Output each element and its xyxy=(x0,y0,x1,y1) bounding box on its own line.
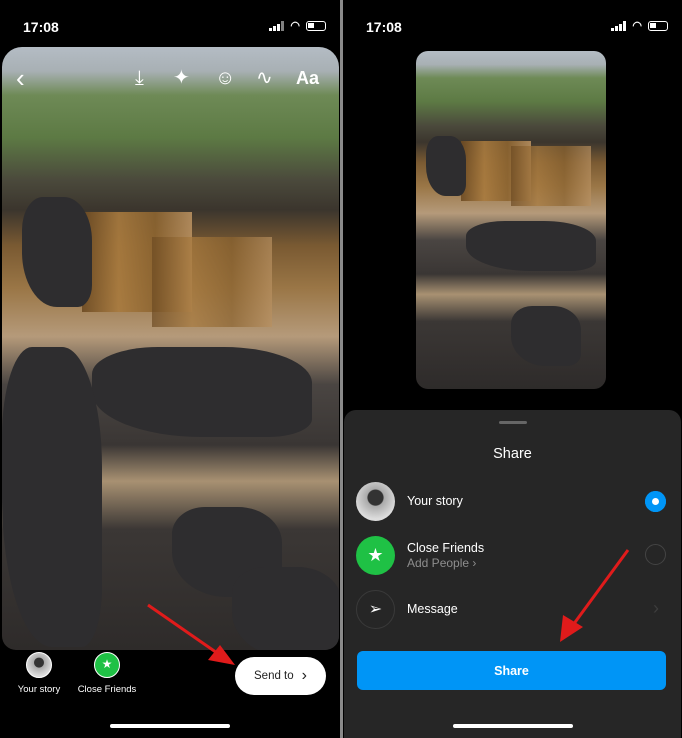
wifi-icon: ◠ xyxy=(632,20,642,32)
story-photo xyxy=(2,47,339,650)
chevron-right-icon: › xyxy=(301,667,307,684)
sheet-title: Share xyxy=(493,446,532,462)
signal-icon xyxy=(611,20,627,31)
home-indicator xyxy=(110,724,230,728)
avatar xyxy=(356,482,395,521)
radio-unselected[interactable] xyxy=(645,544,666,565)
send-to-button[interactable]: Send to › xyxy=(235,657,326,695)
option-label: Message xyxy=(407,602,458,616)
status-bar: 17:08 ◠ xyxy=(0,17,340,37)
editor-toolbar: ‹ ⤓ ✦ ☺ ∿ Aa xyxy=(0,64,340,92)
option-your-story[interactable]: Your story xyxy=(344,480,681,522)
download-icon[interactable]: ⤓ xyxy=(135,64,144,92)
story-preview xyxy=(416,51,606,389)
wifi-icon: ◠ xyxy=(290,20,300,32)
option-close-friends[interactable]: ★ Close Friends Add People › xyxy=(344,534,681,576)
avatar xyxy=(26,652,52,678)
effects-sparkle-icon[interactable]: ✦ xyxy=(173,64,190,92)
add-people-link[interactable]: Add People › xyxy=(407,556,476,570)
share-sheet: Share Your story ★ Close Friends Add Peo… xyxy=(344,410,681,738)
back-button[interactable]: ‹ xyxy=(16,64,25,92)
status-time: 17:08 xyxy=(23,19,59,35)
status-time: 17:08 xyxy=(366,19,402,35)
star-icon: ★ xyxy=(94,652,120,678)
sheet-grabber[interactable] xyxy=(498,421,527,424)
status-bar: 17:08 ◠ xyxy=(343,17,682,37)
sticker-icon[interactable]: ☺ xyxy=(215,64,235,92)
home-indicator xyxy=(452,724,573,728)
chevron-right-icon: › xyxy=(653,598,659,618)
option-message[interactable]: ➢ Message › xyxy=(344,588,681,630)
your-story-button[interactable]: Your story xyxy=(12,652,66,695)
star-icon: ★ xyxy=(356,536,395,575)
share-screen: 17:08 ◠ Share Your story ★ Close Friends… xyxy=(343,0,682,738)
your-story-label: Your story xyxy=(17,684,61,695)
option-label: Close Friends xyxy=(407,541,485,555)
battery-icon xyxy=(648,20,668,31)
paper-plane-icon: ➢ xyxy=(356,590,395,629)
share-button[interactable]: Share xyxy=(357,651,666,690)
draw-squiggle-icon[interactable]: ∿ xyxy=(256,64,273,92)
signal-icon xyxy=(269,20,285,31)
battery-icon xyxy=(306,20,326,31)
close-friends-button[interactable]: ★ Close Friends xyxy=(74,652,140,695)
radio-selected[interactable] xyxy=(645,491,666,512)
story-editor-screen: 17:08 ◠ ‹ ⤓ ✦ ☺ ∿ Aa Your story ★ Close F… xyxy=(0,0,340,738)
text-tool-button[interactable]: Aa xyxy=(296,64,319,92)
option-label: Your story xyxy=(407,494,463,508)
send-to-label: Send to xyxy=(254,670,294,682)
close-friends-label: Close Friends xyxy=(77,684,137,695)
